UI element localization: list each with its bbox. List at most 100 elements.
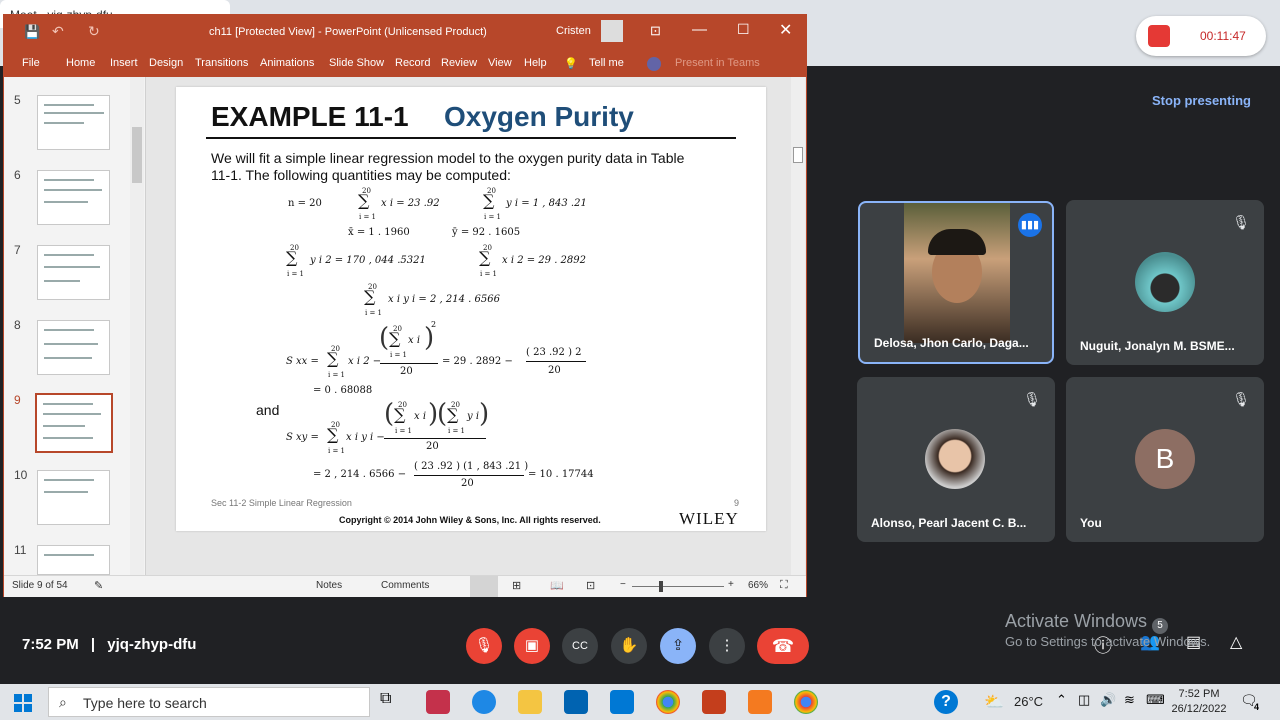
tab-record[interactable]: Record: [395, 57, 430, 69]
user-name[interactable]: Cristen: [556, 25, 591, 37]
zoom-level[interactable]: 66%: [748, 580, 768, 591]
present-button[interactable]: ⇪: [660, 628, 696, 664]
activities-icon[interactable]: △: [1230, 632, 1242, 652]
task-view-icon[interactable]: ⧉: [380, 690, 404, 714]
scrollbar-thumb[interactable]: [793, 147, 803, 163]
participant-tile[interactable]: 🎙 Alonso, Pearl Jacent C. B...: [857, 377, 1055, 542]
recorder-icon[interactable]: [748, 690, 772, 714]
undo-icon[interactable]: ↶: [52, 23, 64, 40]
save-icon[interactable]: 💾: [24, 24, 40, 40]
sxx-denominator: 20: [400, 366, 413, 377]
windows-start-icon[interactable]: [14, 694, 32, 712]
redo-icon[interactable]: ↻: [88, 23, 100, 40]
sigma-symbol: ∑: [447, 405, 459, 424]
slide-thumbnail[interactable]: [37, 170, 110, 225]
stop-presenting-button[interactable]: Stop presenting: [1152, 93, 1251, 108]
mic-off-button[interactable]: 🎙: [466, 628, 502, 664]
mic-off-icon: 🎙: [1232, 391, 1250, 407]
search-icon: ⌕: [59, 694, 67, 710]
reading-view-icon[interactable]: 📖: [550, 579, 564, 592]
language-icon[interactable]: ⌨: [1146, 692, 1165, 708]
maximize-button[interactable]: ☐: [737, 21, 750, 38]
tab-design[interactable]: Design: [149, 57, 183, 69]
taskbar-search-input[interactable]: ⌕ Type here to search: [48, 687, 370, 717]
close-button[interactable]: ✕: [779, 20, 792, 40]
slide-thumbnail[interactable]: [37, 320, 110, 375]
user-avatar[interactable]: [601, 20, 623, 42]
chrome-icon[interactable]: [656, 690, 680, 714]
copyright-text: Copyright © 2014 John Wiley & Sons, Inc.…: [339, 515, 601, 525]
temperature[interactable]: 26°C: [1014, 694, 1043, 709]
tab-file[interactable]: File: [22, 57, 40, 69]
wps-office-icon[interactable]: [426, 690, 450, 714]
mic-off-icon: 🎙: [1023, 391, 1041, 407]
scrollbar-thumb[interactable]: [132, 127, 142, 183]
tab-home[interactable]: Home: [66, 57, 95, 69]
fit-to-window-icon[interactable]: ⛶: [780, 579, 788, 592]
tab-slide-show[interactable]: Slide Show: [329, 57, 384, 69]
help-icon[interactable]: ?: [934, 690, 958, 714]
meeting-time: 7:52 PM: [22, 636, 79, 653]
zoom-out-button[interactable]: −: [620, 579, 626, 590]
slide-footer-section: Sec 11-2 Simple Linear Regression: [211, 498, 352, 508]
slide-scrollbar[interactable]: [791, 77, 805, 575]
recording-time: 00:11:47: [1200, 29, 1246, 43]
tab-review[interactable]: Review: [441, 57, 477, 69]
tab-transitions[interactable]: Transitions: [195, 57, 248, 69]
slideshow-icon[interactable]: ⊡: [586, 579, 595, 592]
zoom-slider-handle[interactable]: [659, 581, 663, 592]
status-bar: Slide 9 of 54 ✎ Notes Comments ⊞ 📖 ⊡ − +…: [4, 575, 806, 597]
slide-thumbnail[interactable]: [37, 545, 110, 575]
slide-thumbnail[interactable]: [37, 95, 110, 150]
zoom-slider[interactable]: [632, 586, 724, 587]
slide-title-topic: Oxygen Purity: [444, 101, 634, 132]
raise-hand-button[interactable]: ✋: [611, 628, 647, 664]
tab-animations[interactable]: Animations: [260, 57, 314, 69]
slide-sorter-icon[interactable]: ⊞: [512, 579, 521, 592]
slide-canvas[interactable]: EXAMPLE 11-1 Oxygen Purity We will fit a…: [176, 87, 766, 531]
taskbar-clock[interactable]: 7:52 PM 26/12/2022: [1168, 687, 1230, 717]
wifi-icon[interactable]: ≋: [1124, 692, 1135, 708]
ribbon-display-icon[interactable]: ⊡: [650, 23, 661, 39]
slide-thumbnail[interactable]: [37, 245, 110, 300]
volume-icon[interactable]: 🔊: [1100, 692, 1116, 708]
present-in-teams[interactable]: Present in Teams: [675, 57, 760, 69]
recording-indicator[interactable]: 00:11:47: [1136, 16, 1266, 56]
stop-recording-icon[interactable]: [1148, 25, 1170, 47]
camera-off-button[interactable]: ▣: [514, 628, 550, 664]
teams-icon: [647, 57, 661, 71]
network-icon[interactable]: ◫: [1078, 692, 1090, 708]
participant-tile[interactable]: ▮▮▮ Delosa, Jhon Carlo, Daga...: [858, 201, 1054, 364]
leave-call-button[interactable]: ☎: [757, 628, 809, 664]
participant-tile[interactable]: 🎙 B You: [1066, 377, 1264, 542]
participant-name: Alonso, Pearl Jacent C. B...: [871, 516, 1027, 530]
powerpoint-icon[interactable]: [702, 690, 726, 714]
mail-icon[interactable]: [610, 690, 634, 714]
more-options-button[interactable]: ⋮: [709, 628, 745, 664]
participant-tile[interactable]: 🎙 Nuguit, Jonalyn M. BSME...: [1066, 200, 1264, 365]
tell-me-search[interactable]: Tell me: [589, 57, 624, 69]
accessibility-icon[interactable]: ✎: [94, 579, 103, 592]
comments-button[interactable]: Comments: [381, 580, 429, 591]
minimize-button[interactable]: —: [692, 21, 707, 38]
slide-thumbnail[interactable]: [37, 470, 110, 525]
people-count-badge: 5: [1152, 618, 1168, 634]
thumbs-scrollbar[interactable]: [130, 77, 144, 575]
normal-view-icon[interactable]: [470, 576, 498, 597]
participant-name: Nuguit, Jonalyn M. BSME...: [1080, 339, 1235, 353]
eq-ybar: ȳ = 92 . 1605: [452, 227, 521, 238]
store-icon[interactable]: [564, 690, 588, 714]
tab-insert[interactable]: Insert: [110, 57, 138, 69]
notes-button[interactable]: Notes: [316, 580, 342, 591]
slide-thumbnail-selected[interactable]: [35, 393, 113, 453]
edge-icon[interactable]: [472, 690, 496, 714]
chrome-icon[interactable]: [794, 690, 818, 714]
file-explorer-icon[interactable]: [518, 690, 542, 714]
tray-chevron-icon[interactable]: ⌃: [1056, 692, 1067, 708]
zoom-in-button[interactable]: +: [728, 579, 734, 590]
sxx-label: S xx =: [286, 356, 319, 367]
captions-button[interactable]: CC: [562, 628, 598, 664]
tab-help[interactable]: Help: [524, 57, 547, 69]
tab-view[interactable]: View: [488, 57, 512, 69]
weather-icon[interactable]: ⛅: [984, 692, 1004, 712]
